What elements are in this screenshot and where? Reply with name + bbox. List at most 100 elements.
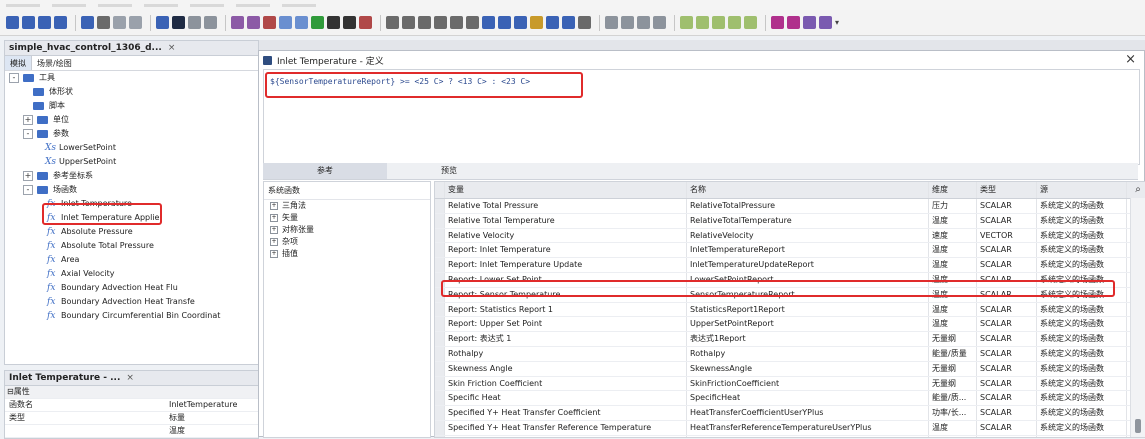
row-header[interactable] xyxy=(435,391,445,406)
tree-item[interactable]: fx Boundary Advection Heat Transfe xyxy=(5,295,258,309)
tree-item[interactable]: Xs UpperSetPoint xyxy=(5,155,258,169)
toolbar-button-icon[interactable] xyxy=(546,16,559,29)
toolbar-button-icon[interactable] xyxy=(605,16,618,29)
toolbar-button-icon[interactable] xyxy=(712,16,725,29)
toolbar-button-icon[interactable] xyxy=(696,16,709,29)
close-icon[interactable]: × xyxy=(1125,52,1136,67)
expand-icon[interactable]: + xyxy=(270,237,278,246)
toolbar-button-icon[interactable] xyxy=(386,16,399,29)
toolbar-button-icon[interactable] xyxy=(263,16,276,29)
tree-item[interactable]: fx Boundary Circumferential Bin Coordinat xyxy=(5,309,258,323)
table-row[interactable]: Skewness Angle SkewnessAngle 无量纲 SCALAR 系统定义… xyxy=(435,361,1145,377)
properties-tab[interactable]: Inlet Temperature - ... × xyxy=(5,371,258,386)
toolbar-button-icon[interactable] xyxy=(38,16,51,29)
tree-item[interactable]: + 单位 xyxy=(5,113,258,127)
table-row[interactable]: Relative Velocity RelativeVelocity 速度 VECTO… xyxy=(435,228,1145,244)
table-row[interactable]: Report: Upper Set Point UpperSetPointRepo… xyxy=(435,317,1145,333)
subtab-scenes-plots[interactable]: 场景/绘图 xyxy=(32,56,77,70)
toolbar-button-icon[interactable] xyxy=(498,16,511,29)
toolbar-button-icon[interactable] xyxy=(311,16,324,29)
property-row[interactable]: 函数名 InletTemperature xyxy=(5,399,258,412)
search-icon[interactable]: ⌕ xyxy=(1131,182,1145,198)
tree-item[interactable]: 脚本 xyxy=(5,99,258,113)
navigator-tab[interactable]: simple_hvac_control_1306_d... × xyxy=(5,41,258,56)
row-header[interactable] xyxy=(435,243,445,258)
toolbar-button-icon[interactable] xyxy=(6,16,19,29)
close-icon[interactable]: × xyxy=(126,373,134,383)
scrollbar-thumb[interactable] xyxy=(1135,419,1141,433)
tree-item[interactable]: - 场函数 xyxy=(5,183,258,197)
menu-item[interactable] xyxy=(6,4,40,7)
row-header[interactable] xyxy=(435,376,445,391)
chevron-down-icon[interactable]: ▾ xyxy=(835,16,841,29)
category-item[interactable]: + 杂项 xyxy=(264,236,430,248)
tree-item[interactable]: fx Absolute Pressure xyxy=(5,225,258,239)
column-header-source[interactable]: 源 xyxy=(1037,182,1127,198)
property-row[interactable]: 类型 标量 xyxy=(5,412,258,425)
tree-item[interactable]: - 参数 xyxy=(5,127,258,141)
column-header-type[interactable]: 类型 xyxy=(977,182,1037,198)
toolbar-button-icon[interactable] xyxy=(680,16,693,29)
toolbar-button-icon[interactable] xyxy=(188,16,201,29)
expand-icon[interactable]: + xyxy=(270,201,278,210)
category-item[interactable]: + 插值 xyxy=(264,248,430,260)
toolbar-button-icon[interactable] xyxy=(247,16,260,29)
row-header[interactable] xyxy=(435,346,445,361)
toolbar-button-icon[interactable] xyxy=(418,16,431,29)
toolbar-button-icon[interactable] xyxy=(129,16,142,29)
row-header[interactable] xyxy=(435,317,445,332)
toolbar-button-icon[interactable] xyxy=(172,16,185,29)
toolbar-button-icon[interactable] xyxy=(578,16,591,29)
collapse-icon[interactable]: - xyxy=(23,129,33,139)
toolbar-button-icon[interactable] xyxy=(231,16,244,29)
tab-reference[interactable]: 参考 xyxy=(263,163,387,179)
row-header[interactable] xyxy=(435,258,445,272)
row-header[interactable] xyxy=(435,361,445,376)
toolbar-button-icon[interactable] xyxy=(482,16,495,29)
toolbar-button-icon[interactable] xyxy=(54,16,67,29)
table-row[interactable]: Specific Heat SpecificHeat 能量/质... SCALAR 系统… xyxy=(435,391,1145,407)
collapse-icon[interactable]: - xyxy=(9,73,19,83)
subtab-simulation[interactable]: 模拟 xyxy=(5,56,32,70)
menu-item[interactable] xyxy=(190,4,224,7)
toolbar-button-icon[interactable] xyxy=(204,16,217,29)
tree-item[interactable]: + 参考坐标系 xyxy=(5,169,258,183)
row-header[interactable] xyxy=(435,332,445,346)
toolbar-button-icon[interactable] xyxy=(562,16,575,29)
toolbar-button-icon[interactable] xyxy=(728,16,741,29)
tab-preview[interactable]: 预览 xyxy=(387,163,511,179)
table-row[interactable]: Specified Y+ Heat Transfer Coefficient He… xyxy=(435,406,1145,421)
tree-item[interactable]: fx Absolute Total Pressure xyxy=(5,239,258,253)
expand-icon[interactable]: + xyxy=(270,249,278,258)
row-header[interactable] xyxy=(435,213,445,228)
tree-item[interactable]: fx Boundary Advection Heat Flu xyxy=(5,281,258,295)
toolbar-button-icon[interactable] xyxy=(22,16,35,29)
toolbar-button-icon[interactable] xyxy=(803,16,816,29)
table-row[interactable]: Report: Statistics Report 1 StatisticsRep… xyxy=(435,302,1145,318)
toolbar-button-icon[interactable] xyxy=(819,16,832,29)
expand-icon[interactable]: + xyxy=(23,115,33,125)
toolbar-button-icon[interactable] xyxy=(402,16,415,29)
toolbar-button-icon[interactable] xyxy=(466,16,479,29)
expand-icon[interactable]: + xyxy=(270,213,278,222)
toolbar-button-icon[interactable] xyxy=(514,16,527,29)
menu-item[interactable] xyxy=(98,4,132,7)
row-header[interactable] xyxy=(435,199,445,213)
tree-item[interactable]: fx Area xyxy=(5,253,258,267)
tree-item[interactable]: Xs LowerSetPoint xyxy=(5,141,258,155)
toolbar-button-icon[interactable] xyxy=(637,16,650,29)
table-row[interactable]: Rothalpy Rothalpy 能量/质量 SCALAR 系统定义的场函数 xyxy=(435,346,1145,362)
category-item[interactable]: + 三角法 xyxy=(264,200,430,212)
collapse-icon[interactable]: ⊟ xyxy=(7,386,14,398)
row-header[interactable] xyxy=(435,302,445,317)
toolbar-button-icon[interactable] xyxy=(359,16,372,29)
tree-item[interactable]: - 工具 xyxy=(5,71,258,85)
row-header[interactable] xyxy=(435,406,445,420)
property-row[interactable]: 温度 xyxy=(5,425,258,438)
row-header[interactable] xyxy=(435,420,445,435)
vertical-scrollbar[interactable] xyxy=(1130,198,1145,437)
toolbar-button-icon[interactable] xyxy=(295,16,308,29)
column-header-dimension[interactable]: 维度 xyxy=(929,182,977,198)
menu-item[interactable] xyxy=(236,4,270,7)
toolbar-button-icon[interactable] xyxy=(81,16,94,29)
